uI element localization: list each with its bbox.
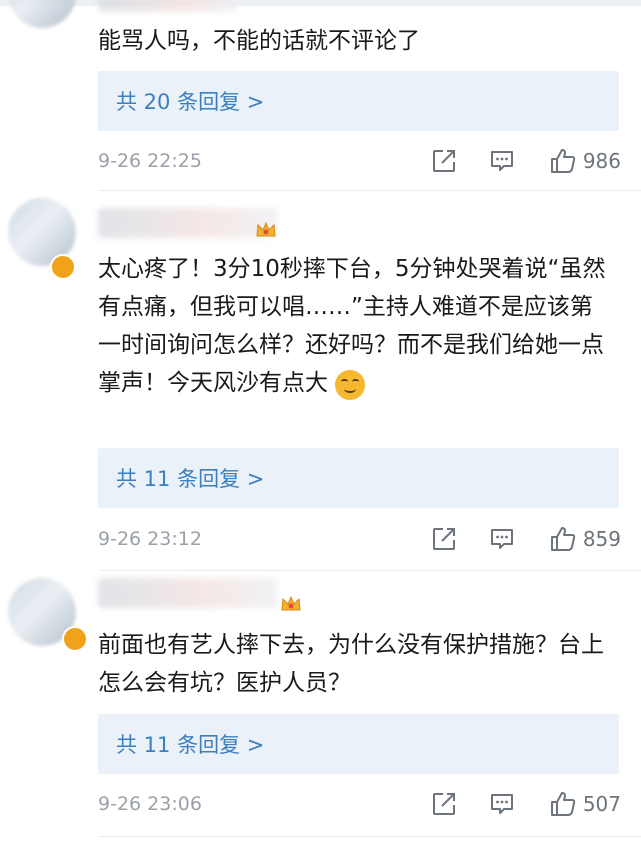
share-button[interactable] [429,146,459,176]
timestamp: 9-26 23:06 [98,793,202,815]
comment-button[interactable] [487,789,517,819]
username-blurred[interactable] [98,578,278,608]
replies-panel[interactable]: 共 11 条回复 > [98,714,619,774]
crown-icon [256,221,276,237]
comment-icon [490,794,513,814]
view-replies-link[interactable]: 共 20 条回复 > [116,86,264,116]
view-replies-link[interactable]: 共 11 条回复 > [116,463,264,493]
comment-text: 太心疼了！3分10秒摔下台，5分钟处哭着说“虽然有点痛，但我可以唱……”主持人难… [98,250,613,402]
timestamp: 9-26 22:25 [98,150,202,172]
replies-panel[interactable]: 共 20 条回复 > [98,71,619,131]
verified-badge-icon [62,626,88,652]
action-bar: 859 [429,524,621,554]
share-button[interactable] [429,789,459,819]
action-bar: 507 [429,789,621,819]
comment-2: 太心疼了！3分10秒摔下台，5分钟处哭着说“虽然有点痛，但我可以唱……”主持人难… [0,190,641,570]
view-replies-link[interactable]: 共 11 条回复 > [116,729,264,759]
comment-meta: 9-26 22:25 986 [98,146,621,176]
username-blurred[interactable] [98,208,278,238]
like-count: 507 [582,792,621,816]
comment-3: 前面也有艺人摔下去，为什么没有保护措施？台上怎么会有坑？医护人员？ 共 11 条… [0,570,641,851]
action-bar: 986 [429,146,621,176]
share-icon [432,793,455,815]
comment-button[interactable] [487,524,517,554]
like-button[interactable]: 859 [549,524,621,554]
crown-icon [281,595,301,611]
thumbs-up-icon [550,527,576,551]
comment-1: 能骂人吗，不能的话就不评论了 共 20 条回复 > 9-26 22:25 986 [0,0,641,190]
replies-panel[interactable]: 共 11 条回复 > [98,448,619,508]
like-count: 859 [582,527,621,551]
like-button[interactable]: 986 [549,146,621,176]
comment-button[interactable] [487,146,517,176]
comment-icon [490,529,513,549]
comment-text: 能骂人吗，不能的话就不评论了 [98,28,420,54]
comment-meta: 9-26 23:12 859 [98,524,621,554]
share-button[interactable] [429,524,459,554]
thumbs-up-icon [550,792,576,816]
timestamp: 9-26 23:12 [98,528,202,550]
comment-text: 前面也有艺人摔下去，为什么没有保护措施？台上怎么会有坑？医护人员？ [98,632,604,696]
comment-meta: 9-26 23:06 507 [98,789,621,819]
upside-down-face-icon [335,369,366,400]
share-icon [432,150,455,172]
like-button[interactable]: 507 [549,789,621,819]
username-blurred[interactable] [98,0,238,12]
comment-icon [490,151,513,171]
like-count: 986 [582,149,621,173]
comment-divider [98,836,641,837]
verified-badge-icon [50,254,76,280]
avatar[interactable] [8,0,76,28]
share-icon [432,528,455,550]
thumbs-up-icon [550,149,576,173]
